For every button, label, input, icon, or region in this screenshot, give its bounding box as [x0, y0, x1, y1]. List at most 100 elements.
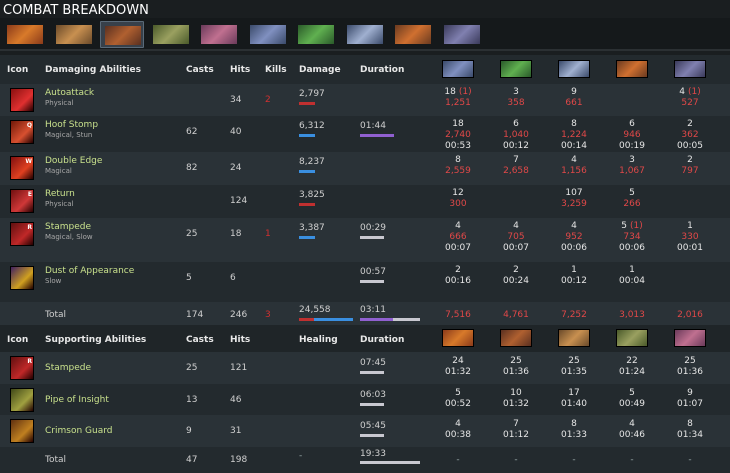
hero-icon-3[interactable] — [105, 26, 141, 45]
target-damage: 362 — [681, 130, 699, 140]
hero-tab-5[interactable] — [197, 21, 241, 48]
support-target-time: 00:46 — [619, 430, 645, 440]
ability-name[interactable]: Dust of Appearance — [45, 266, 134, 276]
duration-bar — [360, 134, 394, 137]
hero-icon-10[interactable] — [443, 25, 480, 44]
total-target-damage: 2,016 — [677, 310, 703, 320]
hits-value: 24 — [230, 163, 242, 173]
hero-tab-7[interactable] — [294, 21, 338, 48]
ability-name[interactable]: Autoattack — [45, 88, 94, 98]
ability-hotkey-label: E — [27, 191, 32, 198]
hero-tab-1[interactable] — [3, 21, 47, 48]
damage-bar-magical — [299, 236, 315, 239]
support-total-target: - — [456, 455, 460, 465]
support-pipe-of-insight-icon[interactable] — [10, 388, 34, 412]
damage-row: Dust of Appearance Slow 5 6 00:57 2 00:16 2 00:2… — [0, 262, 730, 302]
target-cell: 7 2,658 — [491, 155, 541, 177]
target-cell: 2 00:24 — [491, 265, 541, 287]
ability-damage-type: Physical — [45, 99, 74, 107]
hero-tab-8[interactable] — [343, 21, 387, 48]
hero-icon-9[interactable] — [395, 25, 431, 44]
support-target-hero-icon-1[interactable] — [442, 329, 474, 347]
hero-icon-2[interactable] — [55, 25, 92, 44]
target-cell: 5 (1) 734 00:06 — [607, 221, 657, 254]
support-hits: 46 — [230, 395, 242, 405]
support-target-cell: 7 01:12 — [491, 419, 541, 441]
target-hits: 4 — [549, 155, 599, 166]
hero-centaur-icon[interactable] — [7, 25, 43, 44]
duration-value: 01:44 — [360, 121, 386, 131]
target-hero-icon-1[interactable] — [442, 60, 474, 78]
target-hits: 6 — [491, 119, 541, 130]
support-row: Crimson Guard 9 31 05:45 4 00:38 7 01:12 8 01:33 4… — [0, 415, 730, 447]
hero-tab-3[interactable] — [100, 21, 144, 48]
ability-name[interactable]: Stampede — [45, 222, 91, 232]
support-duration-bar — [360, 403, 384, 406]
support-target-hero-icon-5[interactable] — [674, 329, 706, 347]
hero-tab-9[interactable] — [391, 21, 435, 48]
support-ability-name[interactable]: Pipe of Insight — [45, 395, 109, 405]
ability-return-icon[interactable]: E — [10, 189, 34, 213]
target-hits-count: 4 — [679, 87, 685, 97]
hero-tab-4[interactable] — [149, 21, 193, 48]
support-target-hits: 25 — [684, 356, 696, 366]
hero-icon-4[interactable] — [152, 25, 189, 44]
target-hero-icon-2[interactable] — [500, 60, 532, 78]
support-total-duration-bar — [360, 461, 420, 464]
support-header-healing: Healing — [299, 335, 338, 345]
hero-tab-10[interactable] — [440, 21, 484, 48]
support-target-hero-icon-2[interactable] — [500, 329, 532, 347]
support-ability-name[interactable]: Crimson Guard — [45, 426, 112, 436]
support-stampede-icon[interactable]: R — [10, 356, 34, 380]
target-damage: 1,156 — [561, 166, 587, 176]
ability-dust-of-appearance-icon[interactable] — [10, 266, 34, 290]
ability-hoof-stomp-icon[interactable]: Q — [10, 120, 34, 144]
hero-tab-2[interactable] — [52, 21, 96, 48]
hits-value: 124 — [230, 196, 248, 206]
target-cell: 18 (1) 1,251 — [433, 87, 483, 109]
target-hits-count: 18 — [444, 87, 456, 97]
damage-row: Q Hoof Stomp Magical, Stun 62 40 6,312 01:44 18… — [0, 116, 730, 152]
casts-value: 82 — [186, 163, 198, 173]
ability-damage-type: Physical — [45, 200, 74, 208]
target-damage: 1,224 — [561, 130, 587, 140]
support-target-time: 00:52 — [445, 399, 471, 409]
target-hits-count: 4 — [571, 155, 577, 165]
support-target-hits: 25 — [568, 356, 580, 366]
target-cell: 6 1,040 00:12 — [491, 119, 541, 152]
target-hero-icon-3[interactable] — [558, 60, 590, 78]
target-hits: 4 — [433, 221, 483, 232]
support-total-hits: 198 — [230, 455, 248, 465]
hero-icon-6[interactable] — [249, 25, 286, 44]
support-target-cell: 17 01:40 — [549, 388, 599, 410]
support-crimson-guard-icon[interactable] — [10, 419, 34, 443]
support-target-hero-icon-3[interactable] — [558, 329, 590, 347]
target-hero-icon-4[interactable] — [616, 60, 648, 78]
ability-autoattack-icon[interactable] — [10, 88, 34, 112]
target-hero-icon-5[interactable] — [674, 60, 706, 78]
kills-value: 2 — [265, 95, 271, 105]
support-target-hero-icon-4[interactable] — [616, 329, 648, 347]
target-hits: 5 — [607, 188, 657, 199]
support-target-cell: 8 01:34 — [665, 419, 715, 441]
hero-tab-6[interactable] — [246, 21, 290, 48]
support-header-row: Icon Supporting Abilities Casts Hits Healing… — [0, 325, 730, 352]
support-total-label: Total — [45, 455, 67, 465]
target-hits-count: 4 — [513, 221, 519, 231]
target-cell: 12 300 — [433, 188, 483, 210]
ability-name[interactable]: Hoof Stomp — [45, 120, 98, 130]
target-cell: 2 00:16 — [433, 265, 483, 287]
target-hits-count: 3 — [513, 87, 519, 97]
target-time: 00:24 — [503, 276, 529, 286]
ability-name[interactable]: Return — [45, 189, 75, 199]
ability-stampede-icon[interactable]: R — [10, 222, 34, 246]
damage-header-kills: Kills — [265, 65, 287, 75]
hero-icon-7[interactable] — [298, 25, 334, 44]
support-ability-name[interactable]: Stampede — [45, 363, 91, 373]
ability-double-edge-icon[interactable]: W — [10, 156, 34, 180]
hero-icon-5[interactable] — [201, 25, 237, 44]
ability-name[interactable]: Double Edge — [45, 156, 102, 166]
hero-icon-8[interactable] — [346, 25, 383, 44]
damage-header-duration: Duration — [360, 65, 405, 75]
support-hits: 121 — [230, 363, 248, 373]
